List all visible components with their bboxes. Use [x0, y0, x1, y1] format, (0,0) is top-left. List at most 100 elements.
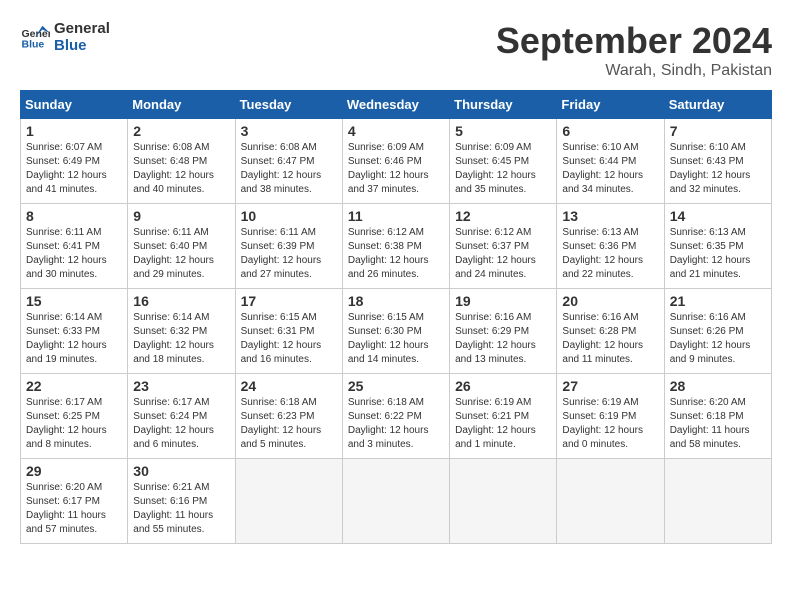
- day-number: 5: [455, 123, 551, 139]
- sunrise: Sunrise: 6:13 AM: [670, 227, 746, 238]
- calendar-cell: 13 Sunrise: 6:13 AM Sunset: 6:36 PM Dayl…: [557, 204, 664, 289]
- daylight: Daylight: 12 hours and 11 minutes.: [562, 340, 643, 365]
- calendar-table: SundayMondayTuesdayWednesdayThursdayFrid…: [20, 90, 772, 544]
- day-info: Sunrise: 6:09 AM Sunset: 6:45 PM Dayligh…: [455, 141, 551, 197]
- daylight: Daylight: 12 hours and 27 minutes.: [241, 255, 322, 280]
- day-number: 18: [348, 293, 444, 309]
- sunset: Sunset: 6:46 PM: [348, 156, 422, 167]
- sunset: Sunset: 6:49 PM: [26, 156, 100, 167]
- sunrise: Sunrise: 6:18 AM: [241, 397, 317, 408]
- calendar-cell: 12 Sunrise: 6:12 AM Sunset: 6:37 PM Dayl…: [450, 204, 557, 289]
- day-number: 26: [455, 378, 551, 394]
- sunset: Sunset: 6:23 PM: [241, 411, 315, 422]
- day-info: Sunrise: 6:08 AM Sunset: 6:48 PM Dayligh…: [133, 141, 229, 197]
- sunrise: Sunrise: 6:17 AM: [26, 397, 102, 408]
- calendar-cell: [342, 459, 449, 544]
- sunset: Sunset: 6:24 PM: [133, 411, 207, 422]
- day-info: Sunrise: 6:21 AM Sunset: 6:16 PM Dayligh…: [133, 481, 229, 537]
- day-info: Sunrise: 6:11 AM Sunset: 6:41 PM Dayligh…: [26, 226, 122, 282]
- calendar-cell: 10 Sunrise: 6:11 AM Sunset: 6:39 PM Dayl…: [235, 204, 342, 289]
- sunrise: Sunrise: 6:14 AM: [133, 312, 209, 323]
- day-number: 28: [670, 378, 766, 394]
- calendar-cell: 1 Sunrise: 6:07 AM Sunset: 6:49 PM Dayli…: [21, 119, 128, 204]
- day-info: Sunrise: 6:15 AM Sunset: 6:31 PM Dayligh…: [241, 311, 337, 367]
- daylight: Daylight: 12 hours and 32 minutes.: [670, 170, 751, 195]
- daylight: Daylight: 12 hours and 29 minutes.: [133, 255, 214, 280]
- day-number: 23: [133, 378, 229, 394]
- sunrise: Sunrise: 6:08 AM: [241, 142, 317, 153]
- day-number: 11: [348, 208, 444, 224]
- day-info: Sunrise: 6:13 AM Sunset: 6:35 PM Dayligh…: [670, 226, 766, 282]
- day-info: Sunrise: 6:12 AM Sunset: 6:38 PM Dayligh…: [348, 226, 444, 282]
- daylight: Daylight: 12 hours and 35 minutes.: [455, 170, 536, 195]
- sunset: Sunset: 6:22 PM: [348, 411, 422, 422]
- sunrise: Sunrise: 6:18 AM: [348, 397, 424, 408]
- day-number: 21: [670, 293, 766, 309]
- calendar-week-3: 15 Sunrise: 6:14 AM Sunset: 6:33 PM Dayl…: [21, 289, 772, 374]
- daylight: Daylight: 12 hours and 9 minutes.: [670, 340, 751, 365]
- calendar-week-4: 22 Sunrise: 6:17 AM Sunset: 6:25 PM Dayl…: [21, 374, 772, 459]
- sunrise: Sunrise: 6:11 AM: [26, 227, 101, 238]
- daylight: Daylight: 12 hours and 1 minute.: [455, 425, 536, 450]
- daylight: Daylight: 11 hours and 55 minutes.: [133, 510, 213, 535]
- title-area: September 2024 Warah, Sindh, Pakistan: [496, 20, 772, 80]
- location: Warah, Sindh, Pakistan: [496, 62, 772, 80]
- sunrise: Sunrise: 6:11 AM: [241, 227, 316, 238]
- calendar-cell: 23 Sunrise: 6:17 AM Sunset: 6:24 PM Dayl…: [128, 374, 235, 459]
- day-number: 3: [241, 123, 337, 139]
- daylight: Daylight: 11 hours and 57 minutes.: [26, 510, 106, 535]
- calendar-cell: 16 Sunrise: 6:14 AM Sunset: 6:32 PM Dayl…: [128, 289, 235, 374]
- sunset: Sunset: 6:40 PM: [133, 241, 207, 252]
- sunset: Sunset: 6:18 PM: [670, 411, 744, 422]
- day-info: Sunrise: 6:13 AM Sunset: 6:36 PM Dayligh…: [562, 226, 658, 282]
- weekday-header-friday: Friday: [557, 91, 664, 119]
- calendar-cell: 29 Sunrise: 6:20 AM Sunset: 6:17 PM Dayl…: [21, 459, 128, 544]
- day-number: 2: [133, 123, 229, 139]
- weekday-header-saturday: Saturday: [664, 91, 771, 119]
- day-info: Sunrise: 6:19 AM Sunset: 6:19 PM Dayligh…: [562, 396, 658, 452]
- daylight: Daylight: 12 hours and 19 minutes.: [26, 340, 107, 365]
- sunrise: Sunrise: 6:08 AM: [133, 142, 209, 153]
- weekday-header-tuesday: Tuesday: [235, 91, 342, 119]
- day-info: Sunrise: 6:16 AM Sunset: 6:28 PM Dayligh…: [562, 311, 658, 367]
- calendar-body: 1 Sunrise: 6:07 AM Sunset: 6:49 PM Dayli…: [21, 119, 772, 544]
- day-info: Sunrise: 6:14 AM Sunset: 6:32 PM Dayligh…: [133, 311, 229, 367]
- sunrise: Sunrise: 6:07 AM: [26, 142, 102, 153]
- calendar-cell: 9 Sunrise: 6:11 AM Sunset: 6:40 PM Dayli…: [128, 204, 235, 289]
- calendar-cell: 18 Sunrise: 6:15 AM Sunset: 6:30 PM Dayl…: [342, 289, 449, 374]
- day-number: 13: [562, 208, 658, 224]
- day-info: Sunrise: 6:12 AM Sunset: 6:37 PM Dayligh…: [455, 226, 551, 282]
- sunset: Sunset: 6:48 PM: [133, 156, 207, 167]
- sunrise: Sunrise: 6:15 AM: [241, 312, 317, 323]
- calendar-cell: 28 Sunrise: 6:20 AM Sunset: 6:18 PM Dayl…: [664, 374, 771, 459]
- sunrise: Sunrise: 6:21 AM: [133, 482, 209, 493]
- calendar-header-row: SundayMondayTuesdayWednesdayThursdayFrid…: [21, 91, 772, 119]
- daylight: Daylight: 12 hours and 8 minutes.: [26, 425, 107, 450]
- sunset: Sunset: 6:33 PM: [26, 326, 100, 337]
- sunrise: Sunrise: 6:16 AM: [455, 312, 531, 323]
- sunset: Sunset: 6:47 PM: [241, 156, 315, 167]
- day-info: Sunrise: 6:11 AM Sunset: 6:39 PM Dayligh…: [241, 226, 337, 282]
- calendar-cell: 11 Sunrise: 6:12 AM Sunset: 6:38 PM Dayl…: [342, 204, 449, 289]
- day-number: 30: [133, 463, 229, 479]
- calendar-cell: 19 Sunrise: 6:16 AM Sunset: 6:29 PM Dayl…: [450, 289, 557, 374]
- calendar-cell: 15 Sunrise: 6:14 AM Sunset: 6:33 PM Dayl…: [21, 289, 128, 374]
- daylight: Daylight: 12 hours and 24 minutes.: [455, 255, 536, 280]
- calendar-cell: 26 Sunrise: 6:19 AM Sunset: 6:21 PM Dayl…: [450, 374, 557, 459]
- sunset: Sunset: 6:21 PM: [455, 411, 529, 422]
- day-number: 8: [26, 208, 122, 224]
- daylight: Daylight: 12 hours and 22 minutes.: [562, 255, 643, 280]
- sunset: Sunset: 6:19 PM: [562, 411, 636, 422]
- day-info: Sunrise: 6:08 AM Sunset: 6:47 PM Dayligh…: [241, 141, 337, 197]
- daylight: Daylight: 12 hours and 0 minutes.: [562, 425, 643, 450]
- day-number: 15: [26, 293, 122, 309]
- daylight: Daylight: 12 hours and 40 minutes.: [133, 170, 214, 195]
- daylight: Daylight: 12 hours and 34 minutes.: [562, 170, 643, 195]
- sunrise: Sunrise: 6:09 AM: [455, 142, 531, 153]
- calendar-cell: 4 Sunrise: 6:09 AM Sunset: 6:46 PM Dayli…: [342, 119, 449, 204]
- daylight: Daylight: 12 hours and 6 minutes.: [133, 425, 214, 450]
- sunrise: Sunrise: 6:16 AM: [562, 312, 638, 323]
- logo-text-general: General: [54, 20, 110, 37]
- calendar-cell: 14 Sunrise: 6:13 AM Sunset: 6:35 PM Dayl…: [664, 204, 771, 289]
- sunset: Sunset: 6:39 PM: [241, 241, 315, 252]
